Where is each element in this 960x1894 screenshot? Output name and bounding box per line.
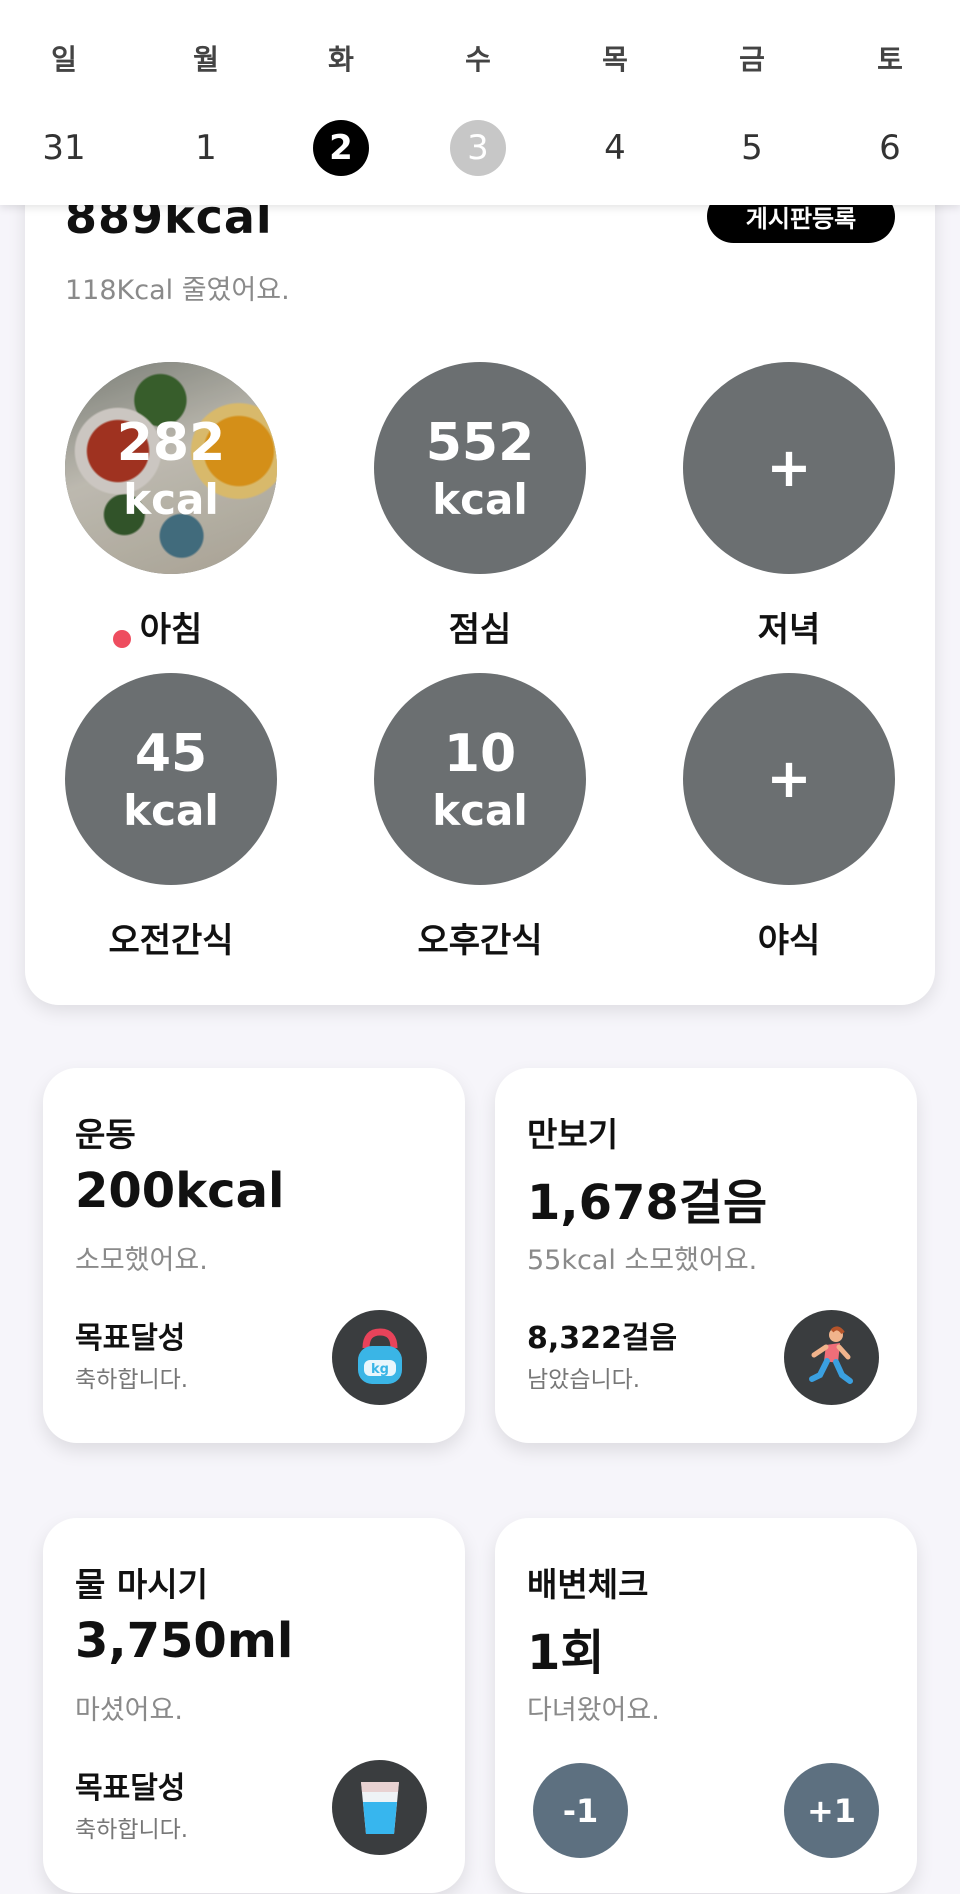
card-value: 3,750ml bbox=[75, 1613, 294, 1669]
meal-label: 오전간식 bbox=[108, 921, 234, 961]
water-card[interactable]: 물 마시기 3,750ml 마셨어요. 목표달성 축하합니다. bbox=[43, 1518, 465, 1893]
decrement-button[interactable]: -1 bbox=[533, 1763, 628, 1858]
day-thursday[interactable]: 목 4 bbox=[575, 0, 655, 205]
card-value: 1회 bbox=[527, 1625, 605, 1681]
week-calendar-header: 일 31 월 1 화 2 수 3 목 4 금 5 토 6 bbox=[0, 0, 960, 205]
meal-kcal-value: 282 bbox=[116, 413, 226, 473]
svg-text:kg: kg bbox=[371, 1362, 389, 1377]
meal-kcal-unit: kcal bbox=[432, 786, 528, 835]
meal-label: 야식 bbox=[757, 921, 821, 961]
meal-summary-card: 889kcal 118Kcal 줄였어요. 게시판등록 282 kcal 아침 … bbox=[25, 150, 935, 1005]
card-goal: 8,322걸음 bbox=[527, 1321, 678, 1356]
meal-dinner[interactable]: + 저녁 bbox=[683, 362, 895, 651]
day-wednesday[interactable]: 수 3 bbox=[438, 0, 518, 205]
meal-label: 아침 bbox=[65, 602, 277, 651]
day-number[interactable]: 5 bbox=[724, 120, 780, 176]
card-subtext: 다녀왔어요. bbox=[527, 1695, 660, 1726]
meal-label: 오후간식 bbox=[417, 921, 543, 961]
reduced-kcal-text: 118Kcal 줄였어요. bbox=[65, 275, 290, 306]
day-number[interactable]: 1 bbox=[178, 120, 234, 176]
water-glass-icon bbox=[332, 1760, 427, 1855]
meal-kcal-unit: kcal bbox=[432, 475, 528, 524]
meal-late-night[interactable]: + 야식 bbox=[683, 673, 895, 962]
increment-button[interactable]: +1 bbox=[784, 1763, 879, 1858]
meal-label: 점심 bbox=[448, 610, 512, 650]
card-subtext: 마셨어요. bbox=[75, 1695, 183, 1726]
meal-afternoon-snack[interactable]: 10 kcal 오후간식 bbox=[374, 673, 586, 962]
add-dinner-button[interactable]: + bbox=[683, 362, 895, 574]
day-name: 수 bbox=[465, 43, 491, 76]
card-title: 만보기 bbox=[527, 1115, 619, 1154]
day-number-today[interactable]: 3 bbox=[450, 120, 506, 176]
day-number[interactable]: 4 bbox=[587, 120, 643, 176]
add-late-night-button[interactable]: + bbox=[683, 673, 895, 885]
card-goal-subtext: 남았습니다. bbox=[527, 1367, 641, 1393]
day-name: 일 bbox=[51, 43, 77, 76]
meal-afternoon-snack-circle[interactable]: 10 kcal bbox=[374, 673, 586, 885]
day-monday[interactable]: 월 1 bbox=[166, 0, 246, 205]
day-name: 화 bbox=[328, 43, 354, 76]
day-number-selected[interactable]: 2 bbox=[313, 120, 369, 176]
kettlebell-icon: kg bbox=[332, 1310, 427, 1405]
card-goal: 목표달성 bbox=[75, 1321, 186, 1356]
day-name: 금 bbox=[739, 43, 765, 76]
meal-label: 저녁 bbox=[757, 610, 821, 650]
day-name: 목 bbox=[602, 43, 628, 76]
meal-kcal-value: 45 bbox=[134, 724, 208, 784]
day-sunday[interactable]: 일 31 bbox=[24, 0, 104, 205]
meal-breakfast-circle[interactable]: 282 kcal bbox=[65, 362, 277, 574]
day-saturday[interactable]: 토 6 bbox=[850, 0, 930, 205]
bowel-check-card: 배변체크 1회 다녀왔어요. -1 +1 bbox=[495, 1518, 917, 1893]
runner-icon bbox=[784, 1310, 879, 1405]
card-title: 운동 bbox=[75, 1115, 136, 1154]
day-name: 토 bbox=[877, 43, 903, 76]
card-goal: 목표달성 bbox=[75, 1771, 186, 1806]
meal-morning-snack[interactable]: 45 kcal 오전간식 bbox=[65, 673, 277, 962]
meal-kcal-value: 10 bbox=[443, 724, 517, 784]
new-dot-indicator bbox=[113, 630, 131, 648]
card-title: 배변체크 bbox=[527, 1565, 649, 1604]
meal-lunch[interactable]: 552 kcal 점심 bbox=[374, 362, 586, 651]
day-name: 월 bbox=[193, 43, 219, 76]
plus-icon: + bbox=[766, 747, 812, 810]
meal-breakfast[interactable]: 282 kcal 아침 bbox=[65, 362, 277, 651]
card-value: 1,678걸음 bbox=[527, 1175, 768, 1231]
meal-kcal-value: 552 bbox=[425, 413, 535, 473]
card-title: 물 마시기 bbox=[75, 1565, 208, 1604]
card-subtext: 55kcal 소모했어요. bbox=[527, 1245, 758, 1276]
card-goal-subtext: 축하합니다. bbox=[75, 1817, 189, 1843]
day-number[interactable]: 6 bbox=[862, 120, 918, 176]
meal-lunch-circle[interactable]: 552 kcal bbox=[374, 362, 586, 574]
day-tuesday[interactable]: 화 2 bbox=[301, 0, 381, 205]
card-goal-subtext: 축하합니다. bbox=[75, 1367, 189, 1393]
meal-kcal-unit: kcal bbox=[123, 786, 219, 835]
exercise-card[interactable]: 운동 200kcal 소모했어요. 목표달성 축하합니다. kg bbox=[43, 1068, 465, 1443]
day-friday[interactable]: 금 5 bbox=[712, 0, 792, 205]
meal-morning-snack-circle[interactable]: 45 kcal bbox=[65, 673, 277, 885]
day-number[interactable]: 31 bbox=[36, 120, 92, 176]
pedometer-card[interactable]: 만보기 1,678걸음 55kcal 소모했어요. 8,322걸음 남았습니다. bbox=[495, 1068, 917, 1443]
card-subtext: 소모했어요. bbox=[75, 1245, 208, 1276]
card-value: 200kcal bbox=[75, 1163, 285, 1219]
plus-icon: + bbox=[766, 436, 812, 499]
meal-kcal-unit: kcal bbox=[123, 475, 219, 524]
